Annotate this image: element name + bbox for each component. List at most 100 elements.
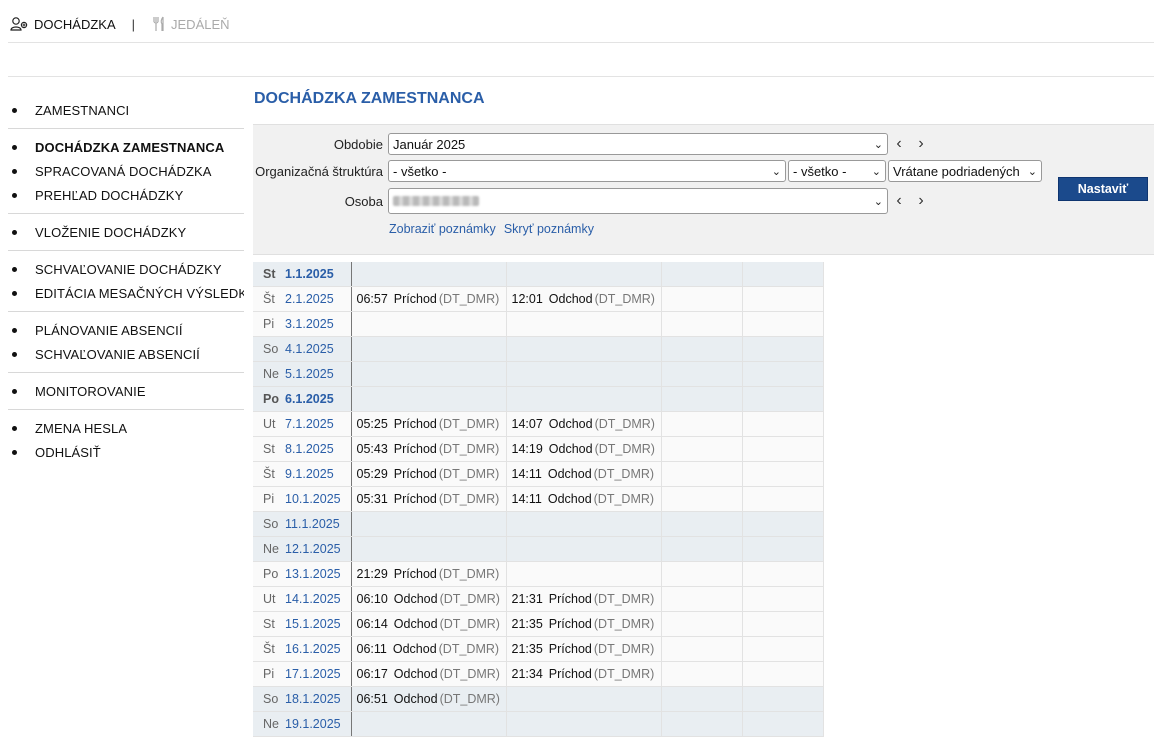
event-time: 06:57 <box>356 292 388 306</box>
event-cell <box>742 636 824 662</box>
event-type: Príchod <box>548 642 592 656</box>
event-cell <box>661 436 743 462</box>
sidebar-item[interactable]: SCHVAĽOVANIE ABSENCIÍ <box>8 342 244 366</box>
bullet-icon <box>12 290 17 296</box>
date-link[interactable]: 6.1.2025 <box>285 392 334 406</box>
sidebar-item-label: ZAMESTNANCI <box>35 102 130 118</box>
date-link[interactable]: 7.1.2025 <box>285 417 334 431</box>
event-cell: 05:43 Príchod (DT_DMR) <box>351 436 507 462</box>
date-link[interactable]: 10.1.2025 <box>285 492 341 506</box>
sidebar-item-label: ZMENA HESLA <box>35 420 128 436</box>
date-link[interactable]: 1.1.2025 <box>285 267 334 281</box>
sidebar-item[interactable]: PLÁNOVANIE ABSENCIÍ <box>8 318 244 342</box>
date-link[interactable]: 8.1.2025 <box>285 442 334 456</box>
event-type: Odchod <box>548 292 593 306</box>
event-cell <box>661 711 743 737</box>
event-source: (DT_DMR) <box>593 592 655 606</box>
event-cell <box>661 586 743 612</box>
event-time: 06:11 <box>356 642 387 656</box>
date-link[interactable]: 11.1.2025 <box>285 517 340 531</box>
app-jedalen[interactable]: JEDÁLEŇ <box>151 16 230 32</box>
sidebar-group: VLOŽENIE DOCHÁDZKY <box>8 214 244 251</box>
event-cell: 05:29 Príchod (DT_DMR) <box>351 461 507 487</box>
sidebar-item[interactable]: ZAMESTNANCI <box>8 98 244 122</box>
event-type: Odchod <box>393 692 438 706</box>
obdobie-label: Obdobie <box>333 136 383 152</box>
day-cell: Pi 17.1.2025 <box>253 661 352 687</box>
sidebar-item[interactable]: MONITOROVANIE <box>8 379 244 403</box>
day-cell: Pi 3.1.2025 <box>253 311 352 337</box>
scope-select[interactable]: Vrátane podriadených ⌄ <box>888 160 1042 182</box>
attendance-row: Ut 14.1.2025 06:10 Odchod (DT_DMR) 21:31 Prích… <box>253 586 824 612</box>
set-button[interactable]: Nastaviť <box>1058 177 1148 201</box>
day-cell: Po 13.1.2025 <box>253 561 352 587</box>
event-source: (DT_DMR) <box>439 667 500 681</box>
date-link[interactable]: 9.1.2025 <box>285 467 334 481</box>
event-time: 21:29 <box>356 567 388 581</box>
chevron-down-icon: ⌄ <box>871 165 881 178</box>
event-cell: 06:14 Odchod (DT_DMR) <box>351 611 507 637</box>
next-person-icon[interactable]: › <box>910 192 932 210</box>
date-link[interactable]: 19.1.2025 <box>285 717 341 731</box>
sidebar-item[interactable]: EDITÁCIA MESAČNÝCH VÝSLEDKOV <box>8 281 244 305</box>
event-type: Odchod <box>393 667 438 681</box>
event-type: Príchod <box>548 667 592 681</box>
sidebar-item[interactable]: ODHLÁSIŤ <box>8 440 244 464</box>
date-link[interactable]: 18.1.2025 <box>285 692 341 706</box>
date-link[interactable]: 16.1.2025 <box>285 642 341 656</box>
sidebar-item[interactable]: ZMENA HESLA <box>8 416 244 440</box>
sidebar-item-label: VLOŽENIE DOCHÁDZKY <box>35 224 187 240</box>
event-cell <box>742 461 824 487</box>
weekday: Št <box>263 642 275 656</box>
org-sub-select[interactable]: - všetko - ⌄ <box>788 160 886 182</box>
weekday: Ne <box>263 542 279 556</box>
sidebar-item-label: PLÁNOVANIE ABSENCIÍ <box>35 322 183 338</box>
sidebar-group: ZAMESTNANCI <box>8 92 244 129</box>
sidebar-item[interactable]: PREHĽAD DOCHÁDZKY <box>8 183 244 207</box>
weekday: Št <box>263 467 275 481</box>
event-cell <box>661 611 743 637</box>
date-link[interactable]: 12.1.2025 <box>285 542 341 556</box>
bullet-icon <box>12 351 17 357</box>
previous-period-icon[interactable]: ‹ <box>888 135 910 153</box>
hide-notes-link[interactable]: Skryť poznámky <box>504 222 594 236</box>
event-cell: 05:31 Príchod (DT_DMR) <box>351 486 507 512</box>
event-cell <box>506 336 662 362</box>
sidebar-item[interactable]: SPRACOVANÁ DOCHÁDZKA <box>8 159 244 183</box>
day-cell: Ut 7.1.2025 <box>253 411 352 437</box>
event-cell <box>506 686 662 712</box>
sidebar-item-label: ODHLÁSIŤ <box>35 444 101 460</box>
org-select[interactable]: - všetko - ⌄ <box>388 160 786 182</box>
date-link[interactable]: 5.1.2025 <box>285 367 334 381</box>
previous-person-icon[interactable]: ‹ <box>888 192 910 210</box>
date-link[interactable]: 15.1.2025 <box>285 617 341 631</box>
app-separator: | <box>131 16 136 32</box>
next-period-icon[interactable]: › <box>910 135 932 153</box>
event-cell <box>351 311 507 337</box>
event-cell <box>742 311 824 337</box>
date-link[interactable]: 17.1.2025 <box>285 667 341 681</box>
obdobie-select[interactable]: Január 2025 ⌄ <box>388 133 888 155</box>
date-link[interactable]: 14.1.2025 <box>285 592 341 606</box>
chevron-down-icon: ⌄ <box>873 138 883 151</box>
osoba-select[interactable]: ⌄ <box>388 188 888 214</box>
sidebar-item[interactable]: DOCHÁDZKA ZAMESTNANCA <box>8 135 244 159</box>
attendance-row: Pi 17.1.2025 06:17 Odchod (DT_DMR) 21:34 Prích… <box>253 661 824 687</box>
sidebar-item-label: SPRACOVANÁ DOCHÁDZKA <box>35 163 212 179</box>
attendance-row: St 15.1.2025 06:14 Odchod (DT_DMR) 21:35 Prích… <box>253 611 824 637</box>
chevron-down-icon: ⌄ <box>873 195 883 208</box>
event-cell <box>351 262 507 287</box>
sidebar-item[interactable]: VLOŽENIE DOCHÁDZKY <box>8 220 244 244</box>
sidebar-item[interactable]: SCHVAĽOVANIE DOCHÁDZKY <box>8 257 244 281</box>
date-link[interactable]: 2.1.2025 <box>285 292 334 306</box>
show-notes-link[interactable]: Zobraziť poznámky <box>389 222 496 236</box>
event-cell <box>661 336 743 362</box>
date-link[interactable]: 13.1.2025 <box>285 567 341 581</box>
event-cell <box>351 511 507 537</box>
date-link[interactable]: 3.1.2025 <box>285 317 334 331</box>
weekday: St <box>263 617 275 631</box>
sidebar-item-label: EDITÁCIA MESAČNÝCH VÝSLEDKOV <box>35 285 244 301</box>
date-link[interactable]: 4.1.2025 <box>285 342 334 356</box>
bullet-icon <box>12 168 17 174</box>
app-dochadzka[interactable]: DOCHÁDZKA <box>10 16 116 32</box>
